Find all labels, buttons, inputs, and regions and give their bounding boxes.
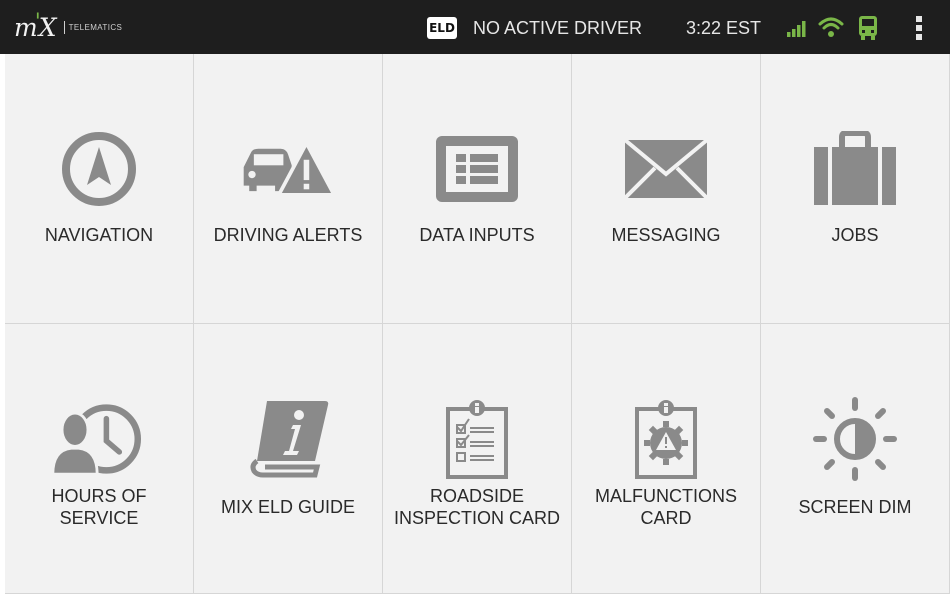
status-bar: m ' X TELEMATICS ELD NO ACTIVE DRIVER 3:22…	[0, 0, 950, 54]
brightness-icon	[807, 394, 903, 484]
guide-book-icon	[240, 394, 336, 484]
hours-of-service-icon	[51, 394, 147, 484]
overflow-menu-icon[interactable]	[914, 14, 924, 47]
data-inputs-icon	[429, 124, 525, 214]
inspection-card-icon	[429, 394, 525, 484]
driver-status: NO ACTIVE DRIVER	[473, 18, 643, 38]
logo-text: TELEMATICS	[68, 22, 123, 32]
tile-jobs[interactable]: JOBS	[761, 54, 950, 324]
tile-screen-dim[interactable]: SCREEN DIM	[761, 324, 950, 594]
tile-label: JOBS	[831, 225, 879, 245]
tile-label: DRIVING ALERTS	[213, 225, 363, 245]
tile-hours-of-service[interactable]: HOURS OF SERVICE	[5, 324, 194, 594]
mix-telematics-logo: m ' X TELEMATICS	[14, 9, 123, 42]
tile-label: ROADSIDE INSPECTION CARD	[393, 486, 561, 528]
tile-data-inputs[interactable]: DATA INPUTS	[383, 54, 572, 324]
truck-icon	[858, 15, 878, 46]
envelope-icon	[618, 124, 714, 214]
tile-roadside-inspection-card[interactable]: ROADSIDE INSPECTION CARD	[383, 324, 572, 594]
tile-label: MESSAGING	[611, 225, 721, 245]
navigation-icon	[51, 124, 147, 214]
tile-driving-alerts[interactable]: DRIVING ALERTS	[194, 54, 383, 324]
tile-label: SCREEN DIM	[798, 497, 912, 517]
tile-label: DATA INPUTS	[419, 225, 535, 245]
tile-mix-eld-guide[interactable]: MIX ELD GUIDE	[194, 324, 383, 594]
tile-label: HOURS OF SERVICE	[51, 486, 147, 528]
tile-label: MALFUNCTIONS CARD	[594, 486, 737, 528]
wifi-icon	[818, 15, 844, 44]
tile-label: NAVIGATION	[44, 225, 154, 245]
tile-navigation[interactable]: NAVIGATION	[5, 54, 194, 324]
briefcase-icon	[807, 124, 903, 214]
tile-malfunctions-card[interactable]: MALFUNCTIONS CARD	[572, 324, 761, 594]
malfunctions-card-icon	[618, 394, 714, 484]
clock: 3:22 EST	[686, 18, 762, 38]
signal-icon	[786, 18, 806, 43]
tile-label: MIX ELD GUIDE	[220, 497, 356, 517]
menu-grid: NAVIGATION DRIVING ALERTS DATA INPUTS ME…	[5, 54, 950, 594]
driving-alerts-icon	[240, 124, 336, 214]
eld-badge: ELD	[427, 17, 457, 39]
tile-messaging[interactable]: MESSAGING	[572, 54, 761, 324]
